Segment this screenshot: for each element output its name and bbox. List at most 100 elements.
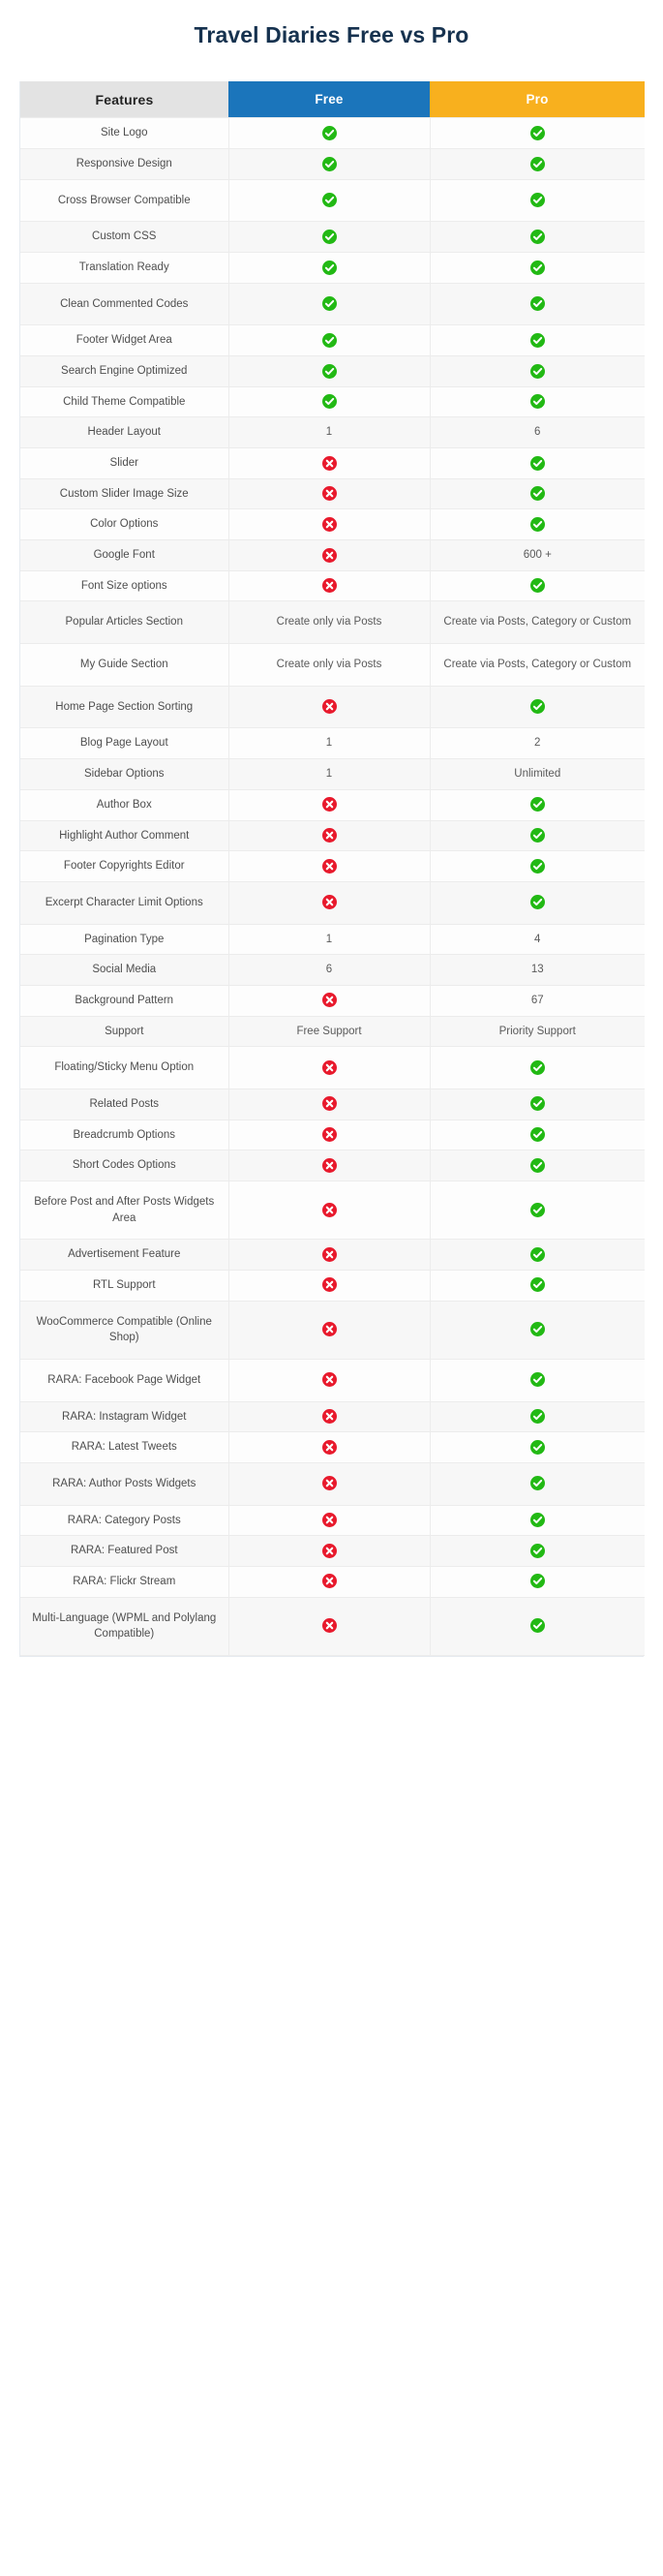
- cell-pro-text: Priority Support: [498, 1025, 576, 1037]
- cell-pro: [430, 1565, 645, 1598]
- table-row: Header Layout 1 6: [20, 416, 645, 449]
- feature-label: Footer Widget Area: [75, 334, 172, 347]
- table-body: Site Logo Responsive Design Cross Browser …: [20, 117, 645, 1656]
- cell-free-text: 1: [325, 768, 333, 781]
- cell-free-text: Free Support: [296, 1025, 362, 1037]
- feature-label: Translation Ready: [78, 261, 169, 274]
- cell-free: [228, 1400, 431, 1433]
- cell-feature: Pagination Type: [20, 923, 229, 956]
- cross-circle-icon: [321, 578, 337, 594]
- cell-pro: [430, 1535, 645, 1567]
- cross-circle-icon: [321, 1322, 337, 1337]
- table-row: Home Page Section Sorting: [20, 685, 645, 729]
- cell-feature: WooCommerce Compatible (Online Shop): [20, 1300, 229, 1360]
- table-row: Footer Widget Area: [20, 324, 645, 357]
- column-header-features: Features: [20, 80, 228, 118]
- cross-circle-icon: [321, 1372, 337, 1388]
- cell-feature: Blog Page Layout: [20, 727, 229, 760]
- feature-label: Related Posts: [89, 1097, 160, 1110]
- comparison-table: Features Free Pro Site Logo Responsive De…: [20, 80, 645, 1656]
- cell-free: [228, 1046, 431, 1089]
- table-row: Support Free Support Priority Support: [20, 1015, 645, 1048]
- check-circle-icon: [529, 1543, 545, 1558]
- check-circle-icon: [529, 1409, 545, 1425]
- cell-feature: Home Page Section Sorting: [20, 685, 229, 729]
- cell-free: [228, 1431, 431, 1463]
- cell-pro: [430, 1596, 645, 1656]
- table-row: RARA: Category Posts: [20, 1504, 645, 1537]
- comparison-table-container: Features Free Pro Site Logo Responsive De…: [19, 80, 645, 1657]
- cell-pro: [430, 1431, 645, 1463]
- cross-circle-icon: [321, 797, 337, 813]
- cell-feature: Excerpt Character Limit Options: [20, 880, 229, 925]
- cross-circle-icon: [321, 827, 337, 843]
- cell-feature: Short Codes Options: [20, 1150, 229, 1181]
- cross-circle-icon: [321, 1246, 337, 1262]
- table-row: RTL Support: [20, 1269, 645, 1302]
- cell-feature: Custom CSS: [20, 221, 229, 254]
- cell-free: [228, 1300, 431, 1360]
- cell-pro: [430, 1088, 645, 1120]
- table-row: Background Pattern 67: [20, 984, 645, 1017]
- feature-label: Floating/Sticky Menu Option: [54, 1061, 195, 1074]
- cell-pro: [430, 880, 645, 925]
- check-circle-icon: [529, 1277, 545, 1293]
- cell-pro: [430, 1504, 645, 1537]
- check-circle-icon: [529, 578, 545, 594]
- cell-free: [228, 569, 431, 602]
- feature-label: Pagination Type: [84, 933, 165, 945]
- cell-feature: RARA: Instagram Widget: [20, 1400, 229, 1433]
- feature-label: Clean Commented Codes: [60, 297, 189, 310]
- feature-label: Cross Browser Compatible: [57, 194, 191, 206]
- feature-label: Social Media: [92, 964, 157, 976]
- cell-pro: Priority Support: [430, 1015, 645, 1048]
- feature-label: Popular Articles Section: [65, 616, 183, 629]
- cell-pro-text: 600 +: [523, 549, 552, 562]
- cell-free: 1: [228, 923, 431, 956]
- table-row: RARA: Author Posts Widgets: [20, 1461, 645, 1506]
- table-row: Multi-Language (WPML and Polylang Compat…: [20, 1596, 645, 1656]
- cross-circle-icon: [321, 1543, 337, 1558]
- feature-label: RARA: Author Posts Widgets: [52, 1477, 196, 1489]
- cell-pro-text: 6: [534, 426, 541, 439]
- feature-label: Multi-Language (WPML and Polylang Compat…: [32, 1611, 217, 1641]
- check-circle-icon: [529, 260, 545, 275]
- table-row: Author Box: [20, 788, 645, 821]
- cell-feature: Custom Slider Image Size: [20, 477, 229, 510]
- cell-feature: RARA: Facebook Page Widget: [20, 1358, 229, 1402]
- check-circle-icon: [529, 125, 545, 140]
- cell-pro-text: Create via Posts, Category or Custom: [443, 659, 632, 671]
- cross-circle-icon: [321, 895, 337, 910]
- feature-label: Color Options: [90, 518, 159, 531]
- cell-free: [228, 1150, 431, 1181]
- cell-free: [228, 477, 431, 510]
- cell-pro: [430, 1358, 645, 1402]
- cell-pro-text: 4: [534, 933, 541, 945]
- cell-feature: RARA: Author Posts Widgets: [20, 1461, 229, 1506]
- cell-pro: [430, 1119, 645, 1151]
- check-circle-icon: [529, 1372, 545, 1388]
- cell-free: 1: [228, 416, 431, 449]
- table-row: Popular Articles Section Create only via …: [20, 600, 645, 645]
- cell-feature: Site Logo: [20, 117, 229, 150]
- cell-feature: Translation Ready: [20, 252, 229, 284]
- cell-feature: Cross Browser Compatible: [20, 178, 229, 223]
- cell-free: [228, 447, 431, 479]
- cross-circle-icon: [321, 1059, 337, 1075]
- page-title: Travel Diaries Free vs Pro: [194, 22, 469, 47]
- cell-pro: [430, 1239, 645, 1271]
- check-circle-icon: [321, 260, 337, 275]
- cell-feature: Floating/Sticky Menu Option: [20, 1046, 229, 1089]
- table-row: RARA: Featured Post: [20, 1535, 645, 1567]
- cell-feature: Footer Widget Area: [20, 324, 229, 357]
- table-row: Floating/Sticky Menu Option: [20, 1046, 645, 1089]
- column-header-pro: Pro: [430, 80, 645, 118]
- cell-pro: Create via Posts, Category or Custom: [430, 600, 645, 645]
- cell-feature: Highlight Author Comment: [20, 819, 229, 852]
- cell-pro: [430, 569, 645, 602]
- feature-label: RTL Support: [92, 1278, 156, 1291]
- check-circle-icon: [529, 193, 545, 208]
- feature-label: RARA: Facebook Page Widget: [47, 1373, 201, 1386]
- check-circle-icon: [529, 827, 545, 843]
- cell-free: [228, 1269, 431, 1302]
